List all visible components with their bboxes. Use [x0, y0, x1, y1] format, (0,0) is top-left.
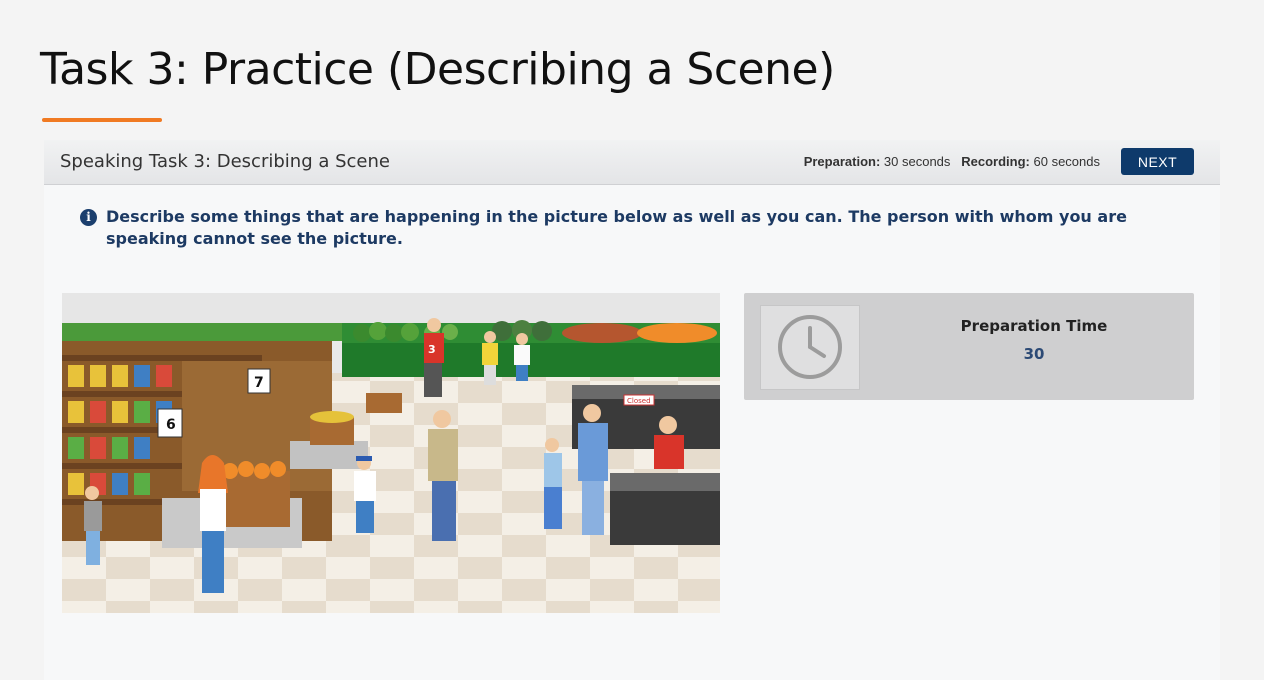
produce-display — [342, 320, 720, 377]
instructions: i Describe some things that are happenin… — [80, 206, 1200, 250]
recording-label: Recording: — [961, 154, 1030, 169]
shirt-number: 3 — [428, 343, 436, 356]
supermarket-illustration: 6 7 Closed 3 — [62, 293, 720, 613]
next-button[interactable]: NEXT — [1121, 148, 1194, 175]
task-header-bar: Speaking Task 3: Describing a Scene Prep… — [44, 140, 1220, 185]
instruction-text: Describe some things that are happening … — [106, 207, 1127, 248]
aisle-sign-7: 7 — [254, 375, 264, 391]
slide-title: Task 3: Practice (Describing a Scene) — [40, 44, 835, 95]
preparation-value: 30 seconds — [883, 154, 951, 169]
clock-icon — [760, 305, 860, 390]
preparation-timer-panel: Preparation Time 30 — [744, 293, 1194, 400]
info-icon: i — [80, 209, 97, 226]
scene-picture: 6 7 Closed 3 — [62, 293, 720, 613]
task-title: Speaking Task 3: Describing a Scene — [60, 151, 390, 172]
closed-sign: Closed — [627, 397, 651, 405]
preparation-time-value: 30 — [1023, 345, 1045, 363]
timing-info: Preparation: 30 seconds Recording: 60 se… — [804, 154, 1100, 169]
title-underline — [42, 118, 162, 122]
recording-value: 60 seconds — [1033, 154, 1101, 169]
preparation-label: Preparation: — [803, 154, 881, 169]
aisle-sign-6: 6 — [166, 417, 176, 433]
task-app-frame: Speaking Task 3: Describing a Scene Prep… — [44, 140, 1220, 680]
preparation-time-label: Preparation Time — [960, 317, 1108, 335]
